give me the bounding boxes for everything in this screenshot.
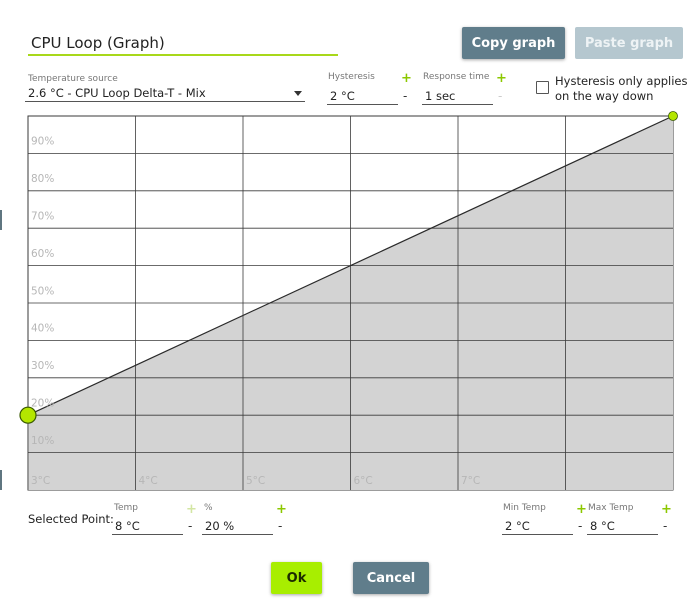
max-temp-input[interactable]: 8 °C	[587, 517, 658, 535]
curve-point[interactable]	[668, 111, 678, 121]
min-temp-plus-button[interactable]: +	[576, 503, 587, 516]
point-temp-input[interactable]: 8 °C	[112, 517, 183, 535]
y-tick-label: 50%	[31, 285, 54, 297]
max-temp-label: Max Temp	[588, 503, 634, 513]
y-tick-label: 60%	[31, 248, 54, 260]
y-tick-label: 30%	[31, 360, 54, 372]
max-temp-minus-button[interactable]: -	[663, 520, 667, 532]
y-tick-label: 20%	[31, 398, 54, 410]
curve-point[interactable]	[19, 406, 37, 424]
cancel-button[interactable]: Cancel	[353, 562, 429, 594]
point-temp-label: Temp	[114, 503, 138, 513]
selected-point-label: Selected Point:	[28, 512, 114, 526]
max-temp-plus-button[interactable]: +	[661, 503, 672, 516]
ok-button[interactable]: Ok	[271, 562, 322, 594]
y-tick-label: 90%	[31, 136, 54, 148]
y-tick-label: 70%	[31, 211, 54, 223]
point-percent-plus-button[interactable]: +	[276, 503, 287, 516]
x-tick-label: 4°C	[139, 475, 158, 487]
y-tick-label: 80%	[31, 173, 54, 185]
min-temp-minus-button[interactable]: -	[578, 520, 582, 532]
point-percent-minus-button[interactable]: -	[278, 520, 282, 532]
point-percent-label: %	[204, 503, 213, 513]
point-temp-minus-button[interactable]: -	[188, 520, 192, 532]
point-percent-input[interactable]: 20 %	[202, 517, 273, 535]
point-temp-plus-button: +	[186, 502, 197, 517]
x-tick-label: 6°C	[354, 475, 373, 487]
x-tick-label: 5°C	[246, 475, 265, 487]
x-tick-label: 3°C	[31, 475, 50, 487]
min-temp-label: Min Temp	[503, 503, 546, 513]
min-temp-input[interactable]: 2 °C	[502, 517, 573, 535]
y-tick-label: 40%	[31, 323, 54, 335]
y-tick-label: 10%	[31, 435, 54, 447]
x-tick-label: 7°C	[461, 475, 480, 487]
